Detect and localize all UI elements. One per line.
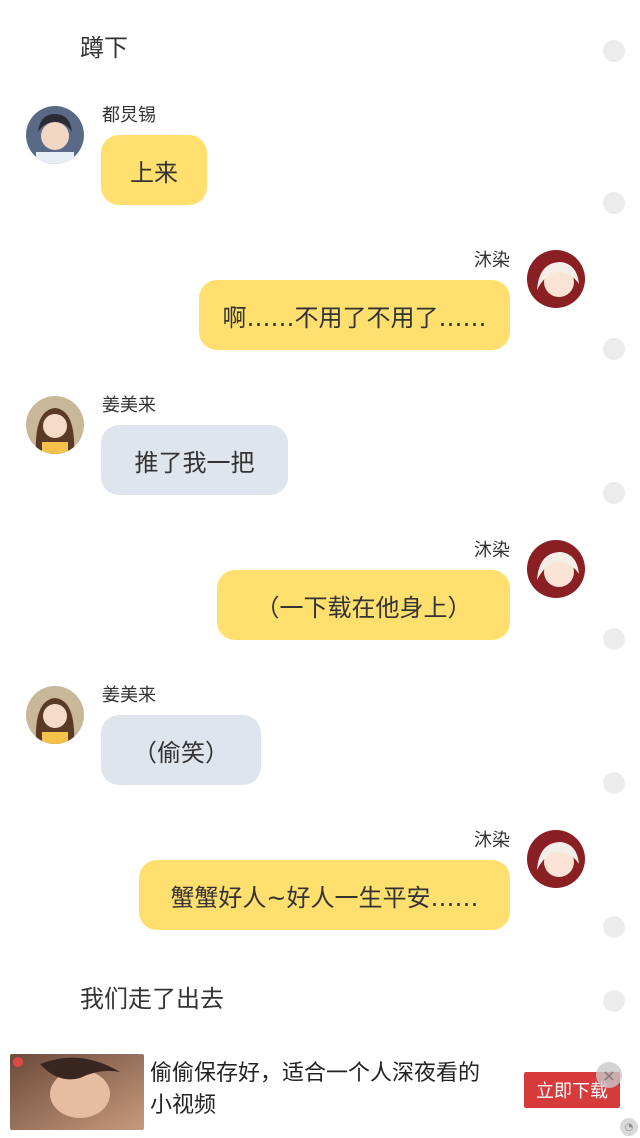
message-dot[interactable]	[603, 482, 625, 504]
chat-bubble[interactable]: （偷笑）	[101, 715, 261, 785]
message-dot[interactable]	[603, 628, 625, 650]
avatar[interactable]	[527, 540, 585, 598]
chat-bubble[interactable]: 蟹蟹好人~好人一生平安……	[139, 860, 510, 930]
chat-bubble[interactable]: 上来	[101, 135, 207, 205]
narration-text: 蹲下	[80, 34, 128, 62]
narration-text: 我们走了出去	[80, 985, 224, 1013]
ad-banner[interactable]: 偷偷保存好，适合一个人深夜看的小视频 立即下载 ×	[0, 1048, 640, 1138]
message-dot[interactable]	[603, 40, 625, 62]
chat-bubble[interactable]: 啊……不用了不用了……	[199, 280, 510, 350]
message-dot[interactable]	[603, 338, 625, 360]
sender-name: 沐染	[474, 250, 510, 271]
sender-name: 沐染	[474, 830, 510, 851]
message-dot[interactable]	[603, 916, 625, 938]
avatar[interactable]	[26, 106, 84, 164]
avatar[interactable]	[527, 250, 585, 308]
chat-bubble[interactable]: 推了我一把	[101, 425, 288, 495]
ad-text[interactable]: 偷偷保存好，适合一个人深夜看的小视频	[150, 1058, 500, 1122]
ad-thumbnail[interactable]	[10, 1054, 144, 1130]
ad-indicator-icon[interactable]: ◔	[620, 1118, 638, 1136]
chat-bubble[interactable]: （一下载在他身上）	[217, 570, 510, 640]
sender-name: 沐染	[474, 540, 510, 561]
message-dot[interactable]	[603, 990, 625, 1012]
avatar[interactable]	[26, 396, 84, 454]
sender-name: 都炅锡	[102, 105, 156, 126]
message-dot[interactable]	[603, 772, 625, 794]
avatar[interactable]	[26, 686, 84, 744]
close-icon[interactable]: ×	[596, 1062, 622, 1088]
message-dot[interactable]	[603, 192, 625, 214]
sender-name: 姜美来	[102, 395, 156, 416]
sender-name: 姜美来	[102, 685, 156, 706]
avatar[interactable]	[527, 830, 585, 888]
